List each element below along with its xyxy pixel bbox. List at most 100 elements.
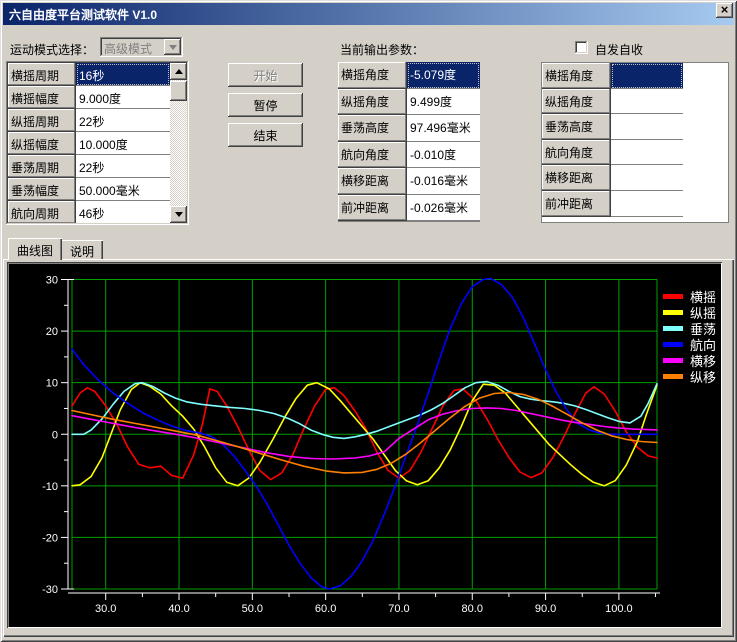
svg-text:横移: 横移 (690, 354, 716, 369)
row-label-cell[interactable]: 纵摇幅度 (8, 132, 76, 155)
loopback-checkbox-label: 自发自收 (595, 41, 643, 58)
scroll-up-button[interactable] (170, 63, 187, 80)
row-value-cell[interactable] (611, 89, 683, 115)
table-row: 横摇周期16秒 (8, 63, 170, 86)
tab-curve-chart[interactable]: 曲线图 (8, 238, 62, 260)
svg-text:60.0: 60.0 (315, 603, 336, 615)
row-value-cell[interactable]: 9.000度 (76, 86, 170, 109)
svg-text:80.0: 80.0 (462, 603, 483, 615)
row-label-cell: 横摇角度 (338, 62, 407, 89)
row-value-cell[interactable]: 22秒 (76, 155, 170, 178)
svg-text:100.0: 100.0 (605, 603, 633, 615)
table-row: 航向周期46秒 (8, 201, 170, 223)
row-value-cell[interactable]: 46秒 (76, 201, 170, 223)
table-row: 横摇角度-5.079度 (338, 62, 480, 89)
row-value-cell[interactable]: 22秒 (76, 109, 170, 132)
feedback-output-panel: 横摇角度纵摇角度垂荡高度航向角度横移距离前冲距离 (541, 62, 729, 223)
row-value-cell[interactable]: -0.010度 (407, 142, 480, 169)
mode-combobox-value: 高级模式 (104, 40, 152, 57)
table-row: 航向角度 (542, 140, 683, 166)
feedback-output-table: 横摇角度纵摇角度垂荡高度航向角度横移距离前冲距离 (542, 63, 683, 222)
svg-text:垂荡: 垂荡 (690, 322, 716, 337)
title-bar[interactable]: 六自由度平台测试软件 V1.0 (3, 3, 734, 25)
motion-params-grid: 横摇周期16秒横摇幅度9.000度纵摇周期22秒纵摇幅度10.000度垂荡周期2… (8, 63, 170, 223)
arrow-down-icon (175, 212, 183, 217)
combo-dropdown-button[interactable] (164, 39, 181, 55)
row-value-cell[interactable] (611, 140, 683, 166)
scrollbar-thumb[interactable] (170, 81, 187, 101)
chart-area: 30.040.050.060.070.080.090.0100.03020100… (7, 262, 722, 628)
svg-text:纵移: 纵移 (690, 370, 716, 385)
row-value-cell[interactable] (611, 114, 683, 140)
table-row: 垂荡高度97.496毫米 (338, 115, 480, 142)
row-label-cell: 纵摇角度 (338, 89, 407, 116)
svg-text:纵摇: 纵摇 (690, 306, 716, 321)
row-label-cell[interactable]: 横摇幅度 (8, 86, 76, 109)
row-label-cell: 前冲距离 (338, 195, 407, 222)
row-label-cell[interactable]: 航向周期 (8, 201, 76, 223)
row-value-cell[interactable] (611, 165, 683, 191)
row-label-cell: 航向角度 (542, 140, 611, 166)
table-row: 横移距离 (542, 165, 683, 191)
tab-description[interactable]: 说明 (61, 240, 103, 259)
row-label-cell: 纵摇角度 (542, 89, 611, 115)
arrow-up-icon (175, 69, 183, 74)
row-label-cell[interactable]: 垂荡周期 (8, 155, 76, 178)
table-row: 横移距离-0.016毫米 (338, 168, 480, 195)
svg-text:20: 20 (46, 326, 58, 338)
table-row: 纵摇角度 (542, 89, 683, 115)
close-icon: × (721, 2, 729, 17)
table-row: 纵摇角度9.499度 (338, 89, 480, 116)
svg-text:30: 30 (46, 275, 58, 287)
chevron-down-icon (169, 45, 177, 50)
motion-params-scrollbar[interactable] (170, 63, 187, 223)
row-value-cell[interactable]: 10.000度 (76, 132, 170, 155)
row-label-cell[interactable]: 纵摇周期 (8, 109, 76, 132)
row-value-cell[interactable] (611, 63, 683, 89)
svg-text:-10: -10 (42, 481, 58, 493)
svg-text:航向: 航向 (690, 338, 716, 353)
table-row: 垂荡幅度50.000毫米 (8, 178, 170, 201)
close-button[interactable]: × (716, 3, 733, 18)
mode-select-label: 运动模式选择： (10, 41, 94, 58)
pause-button[interactable]: 暂停 (228, 93, 303, 117)
svg-text:-20: -20 (42, 532, 58, 544)
row-label-cell: 航向角度 (338, 142, 407, 169)
svg-text:40.0: 40.0 (168, 603, 189, 615)
row-label-cell[interactable]: 横摇周期 (8, 63, 76, 86)
row-value-cell[interactable]: 9.499度 (407, 89, 480, 116)
row-label-cell: 垂荡高度 (338, 115, 407, 142)
scroll-down-button[interactable] (170, 206, 187, 223)
loopback-checkbox[interactable] (575, 41, 588, 54)
svg-text:70.0: 70.0 (388, 603, 409, 615)
stop-button[interactable]: 结束 (228, 123, 303, 147)
table-row: 前冲距离-0.026毫米 (338, 195, 480, 222)
svg-text:横摇: 横摇 (690, 290, 716, 305)
mode-combobox[interactable]: 高级模式 (100, 37, 183, 57)
table-row: 垂荡高度 (542, 114, 683, 140)
curve-chart: 30.040.050.060.070.080.090.0100.03020100… (9, 264, 720, 626)
svg-text:30.0: 30.0 (95, 603, 116, 615)
row-value-cell[interactable]: 97.496毫米 (407, 115, 480, 142)
row-value-cell[interactable]: 16秒 (76, 63, 170, 86)
row-value-cell[interactable]: 50.000毫米 (76, 178, 170, 201)
table-row: 航向角度-0.010度 (338, 142, 480, 169)
table-row: 横摇角度 (542, 63, 683, 89)
row-value-cell[interactable]: -0.026毫米 (407, 195, 480, 222)
row-value-cell[interactable] (611, 191, 683, 217)
row-value-cell[interactable]: -5.079度 (407, 62, 480, 89)
svg-text:10: 10 (46, 378, 58, 390)
row-label-cell: 横移距离 (542, 165, 611, 191)
table-row: 前冲距离 (542, 191, 683, 217)
row-value-cell[interactable]: -0.016毫米 (407, 168, 480, 195)
row-label-cell: 垂荡高度 (542, 114, 611, 140)
start-button[interactable]: 开始 (228, 63, 303, 87)
svg-text:90.0: 90.0 (535, 603, 556, 615)
motion-params-list: 横摇周期16秒横摇幅度9.000度纵摇周期22秒纵摇幅度10.000度垂荡周期2… (6, 61, 189, 225)
row-label-cell: 前冲距离 (542, 191, 611, 217)
table-row: 垂荡周期22秒 (8, 155, 170, 178)
tab-page-panel: 30.040.050.060.070.080.090.0100.03020100… (3, 259, 734, 637)
current-output-table: 横摇角度-5.079度纵摇角度9.499度垂荡高度97.496毫米航向角度-0.… (338, 62, 480, 222)
row-label-cell[interactable]: 垂荡幅度 (8, 178, 76, 201)
svg-text:-30: -30 (42, 584, 58, 596)
